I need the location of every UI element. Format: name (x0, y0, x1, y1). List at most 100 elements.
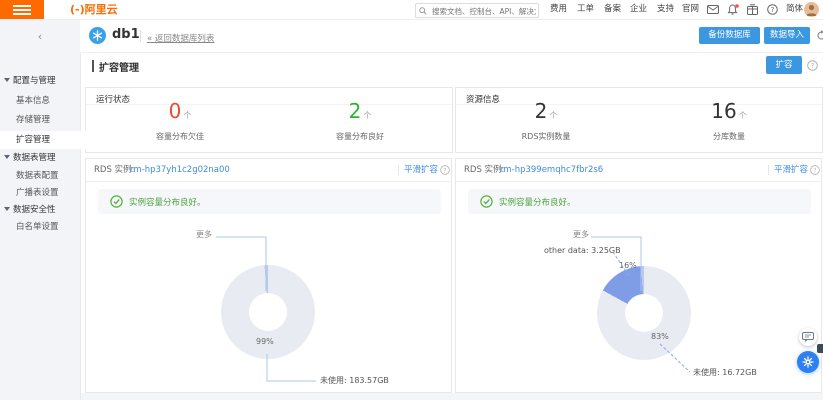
topbar-menu-website[interactable]: 官网 (682, 0, 699, 19)
stat-rds-count: 2个 (496, 99, 596, 123)
mail-icon[interactable] (707, 5, 719, 14)
stat-unit: 个 (549, 111, 557, 120)
avatar[interactable] (804, 2, 819, 17)
page-header: db1 « 返回数据库列表 备份数据库 数据导入 (80, 19, 823, 53)
topbar-menu-tickets[interactable]: 工单 (577, 0, 594, 19)
check-circle-icon (480, 195, 493, 208)
sidebar-item-table-config[interactable]: 数据表配置 (0, 167, 96, 185)
stat-unit: 个 (739, 111, 747, 120)
search-input[interactable] (430, 4, 538, 19)
feedback-button[interactable] (799, 328, 817, 346)
stat-unit: 个 (363, 111, 371, 120)
sidebar-group-security[interactable]: 数据安全性 (0, 201, 80, 219)
capacity-donut-chart (597, 266, 691, 360)
svg-text:?: ? (771, 6, 775, 14)
divider (398, 165, 399, 175)
chart-percent-label: 16% (619, 261, 637, 270)
divider (768, 165, 769, 175)
stat-capacity-bad: 0个 (130, 99, 230, 123)
stat-label: 分库数量 (679, 131, 779, 142)
language-selector[interactable]: 简体 (786, 0, 803, 19)
section-title: 扩容管理 (99, 59, 139, 74)
page-bottom-strip (80, 393, 823, 400)
assistant-button[interactable] (797, 351, 819, 373)
status-text: 实例容量分布良好。 (129, 196, 206, 208)
card-header: RDS 实例: rm-hp399emqhc7fbr2s6 平滑扩容 ? (456, 159, 821, 182)
topbar-menu-billing[interactable]: 费用 (550, 0, 567, 19)
database-icon (89, 27, 106, 44)
sidebar-item-broadcast[interactable]: 广播表设置 (0, 184, 96, 202)
svg-text:?: ? (811, 62, 815, 70)
stat-shard-count: 16个 (679, 99, 779, 123)
rds-instance-link[interactable]: rm-hp37yh1c2g02na00 (130, 159, 230, 181)
card-help-icon[interactable]: ? (810, 165, 820, 175)
stat-unit: 个 (183, 111, 191, 120)
brand-bracket-icon: (-) (70, 3, 85, 16)
backup-database-button[interactable]: 备份数据库 (699, 27, 760, 44)
svg-text:?: ? (813, 167, 816, 174)
stat-label: 容量分布欠佳 (130, 131, 230, 142)
brand-name: 阿里云 (85, 3, 118, 16)
expand-capacity-button[interactable]: 扩容 (766, 56, 802, 74)
check-circle-icon (110, 195, 123, 208)
topbar-menu-icp[interactable]: 备案 (604, 0, 621, 19)
search-box (415, 3, 539, 18)
sidebar-item-basic-info[interactable]: 基本信息 (0, 92, 96, 110)
status-banner: 实例容量分布良好。 (468, 189, 811, 214)
sidebar-item-expansion[interactable]: 扩容管理 (0, 131, 96, 149)
package-icon[interactable] (747, 4, 758, 15)
person-icon (804, 2, 819, 17)
sparkle-icon (802, 356, 814, 368)
notification-dot (735, 4, 739, 8)
sidebar: ‹ 配置与管理 基本信息 存储管理 扩容管理 数据表管理 数据表配置 广播表设置… (0, 19, 81, 400)
card-header: RDS 实例: rm-hp37yh1c2g02na00 平滑扩容 ? (86, 159, 451, 182)
data-import-button[interactable]: 数据导入 (764, 27, 810, 44)
rds-card-1: RDS 实例: rm-hp37yh1c2g02na00 平滑扩容 ? 实例容量分… (85, 158, 452, 393)
topbar-menu-support[interactable]: 支持 (657, 0, 674, 19)
speech-bubble-icon (802, 332, 814, 342)
search-icon (419, 7, 427, 15)
brand-logo[interactable]: (-)阿里云 (70, 0, 118, 19)
section-help-icon[interactable]: ? (807, 60, 818, 71)
sidebar-item-storage[interactable]: 存储管理 (0, 111, 96, 129)
caret-down-icon (4, 207, 10, 211)
help-icon[interactable]: ? (767, 4, 778, 15)
chart-percent-label: 83% (651, 332, 669, 341)
screen: ‹ 配置与管理 基本信息 存储管理 扩容管理 数据表管理 数据表配置 广播表设置… (0, 0, 823, 400)
card-help-icon[interactable]: ? (440, 165, 450, 175)
sidebar-group-config[interactable]: 配置与管理 (0, 72, 80, 90)
stat-capacity-good: 2个 (310, 99, 410, 123)
rds-instance-link[interactable]: rm-hp399emqhc7fbr2s6 (500, 159, 603, 181)
back-to-database-list-link[interactable]: « 返回数据库列表 (147, 32, 214, 44)
sidebar-group-label: 配置与管理 (13, 76, 56, 86)
sidebar-group-tables[interactable]: 数据表管理 (0, 149, 80, 167)
chart-more-label[interactable]: 更多 (573, 229, 589, 240)
hamburger-menu-button[interactable] (0, 0, 44, 19)
sidebar-item-whitelist[interactable]: 白名单设置 (0, 218, 96, 236)
status-text: 实例容量分布良好。 (499, 196, 576, 208)
topbar: (-)阿里云 费用 工单 备案 企业 支持 官网 (0, 0, 823, 20)
bell-icon[interactable] (727, 4, 739, 16)
sidebar-collapse-button[interactable]: ‹ (30, 29, 50, 45)
rds-instance-label: RDS 实例: (94, 159, 134, 181)
smooth-expand-link[interactable]: 平滑扩容 (774, 159, 808, 181)
sidebar-group-label: 数据安全性 (13, 205, 56, 215)
hamburger-icon (13, 5, 31, 7)
status-banner: 实例容量分布良好。 (98, 189, 441, 214)
page-title: db1 (112, 27, 140, 42)
edge-badge[interactable] (817, 344, 823, 353)
chart-more-label[interactable]: 更多 (196, 229, 212, 240)
stat-label: RDS实例数量 (496, 131, 596, 142)
svg-text:?: ? (443, 167, 446, 174)
caret-down-icon (4, 78, 10, 82)
smooth-expand-link[interactable]: 平滑扩容 (404, 159, 438, 181)
topbar-menu-enterprise[interactable]: 企业 (630, 0, 647, 19)
chart-other-data-label: other data: 3.25GB (544, 246, 612, 255)
divider (140, 30, 141, 42)
rds-instance-label: RDS 实例: (464, 159, 504, 181)
caret-down-icon (4, 155, 10, 159)
rds-card-2: RDS 实例: rm-hp399emqhc7fbr2s6 平滑扩容 ? 实例容量… (455, 158, 822, 393)
sidebar-group-label: 数据表管理 (13, 153, 56, 163)
stat-label: 容量分布良好 (310, 131, 410, 142)
refresh-icon[interactable] (816, 30, 823, 41)
